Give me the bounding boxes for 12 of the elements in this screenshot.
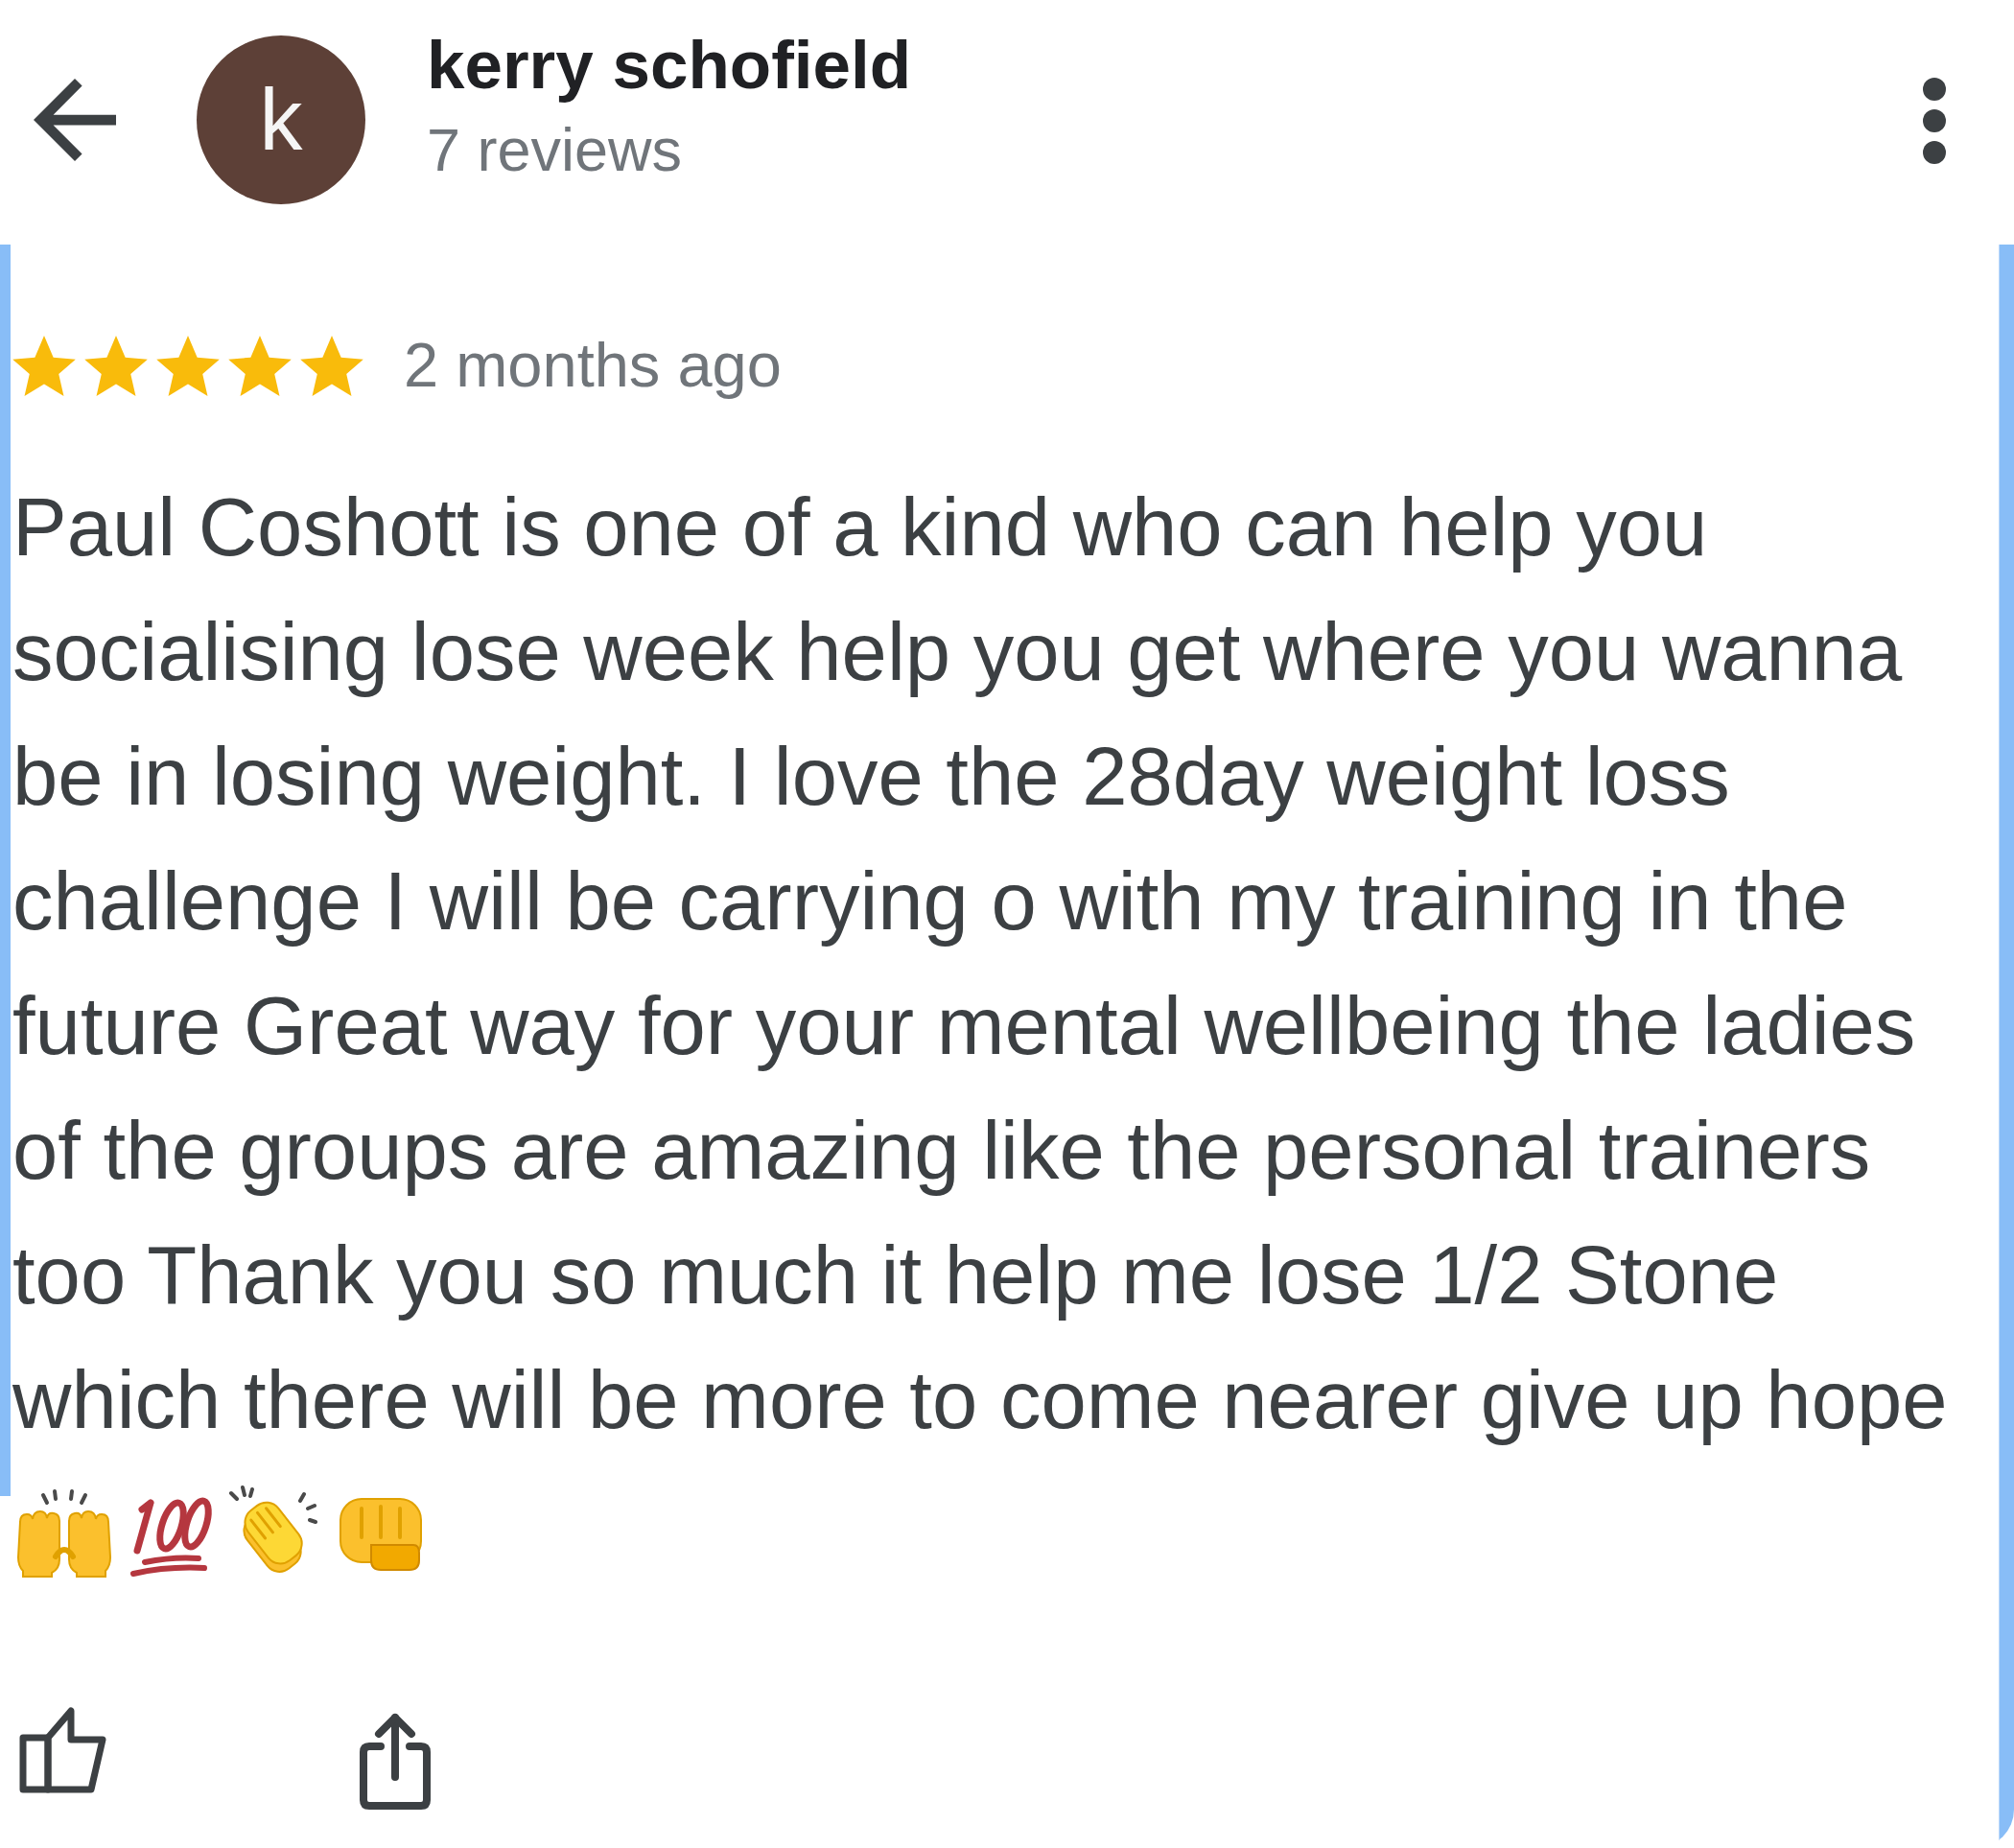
star-icon xyxy=(228,335,292,396)
more-options-icon[interactable] xyxy=(1920,77,1949,165)
star-icon xyxy=(12,335,76,396)
star-icon xyxy=(84,335,148,396)
reviewer-name: kerry schofield xyxy=(427,26,912,105)
review-time: 2 months ago xyxy=(404,329,782,402)
star-icon xyxy=(156,335,220,396)
avatar: k xyxy=(197,35,365,204)
back-arrow-icon[interactable] xyxy=(34,79,116,161)
review-text: Paul Coshott is one of a kind who can help you socialising lose week help you get where you wanna be in losing weight. I love the 28day weight loss challenge I will be carrying o with my training in the future Great way for your mental wellbeing the ladies of the groups are amazing like the personal trainers too Thank you so much it help me lose 1/2 Stone which there will be more to come nearer give up hope xyxy=(12,480,1949,1447)
review-count: 7 reviews xyxy=(427,115,684,185)
star-icon xyxy=(300,335,363,396)
